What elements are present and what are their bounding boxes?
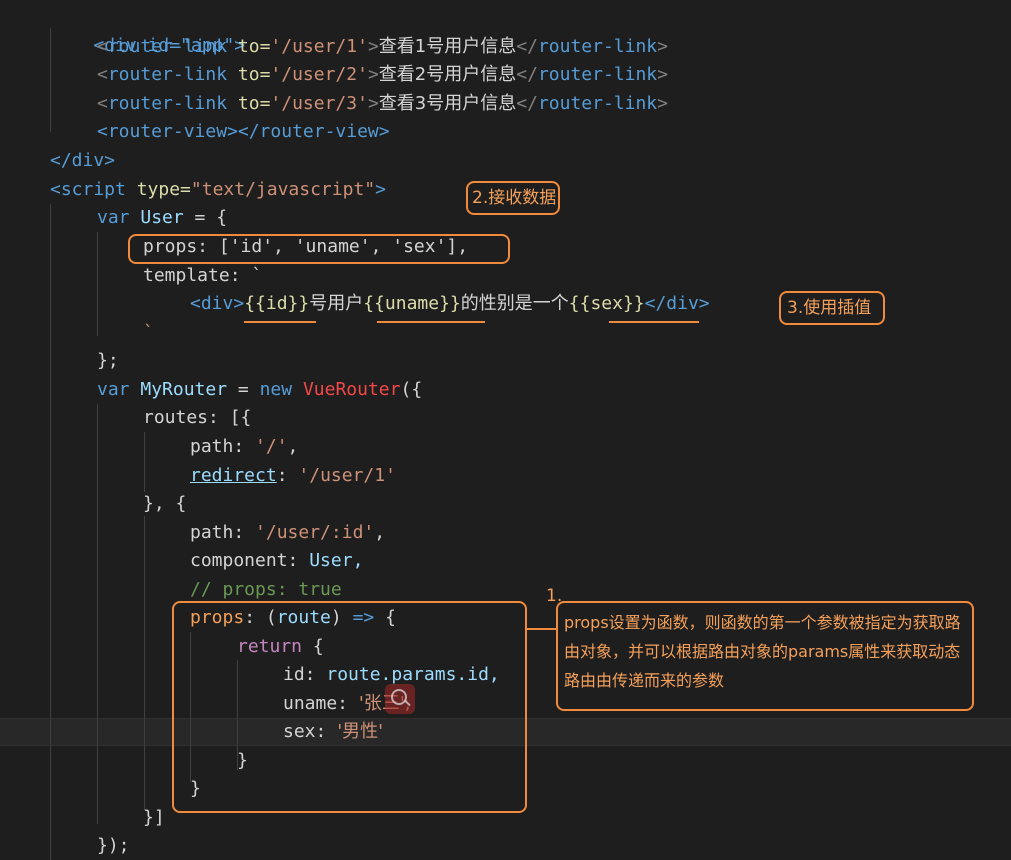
indent-guide [144,516,145,810]
code-line: <router-link to='/user/2'>查看2号用户信息</rout… [97,64,668,85]
code-line: path: '/user/:id', [190,522,386,543]
code-line: component: User, [190,550,364,571]
note-receive-data: 2.接收数据 [466,181,560,215]
note-props-function: props设置为函数，则函数的第一个参数被指定为获取路由对象，并可以根据路由对象… [556,601,974,711]
zoom-icon[interactable] [385,684,415,714]
code-line: </div> [50,150,116,171]
code-line: <router-view></router-view> [97,121,390,142]
interp-underline-sex [609,321,699,323]
code-line: var MyRouter = new VueRouter({ [97,379,423,400]
indent-guide [50,204,51,860]
code-line: var User = { [97,207,228,228]
code-line: }; [97,350,119,371]
code-line: }); [97,835,130,856]
code-line: <router-link to='/user/3'>查看3号用户信息</rout… [97,93,668,114]
code-line: }] [143,807,165,828]
code-line: <div>{{id}}号用户{{uname}}的性别是一个{{sex}}</di… [190,293,710,314]
props-highlight-box [128,234,510,264]
indent-guide [97,232,98,336]
code-line: template: ` [143,265,263,286]
interp-underline-uname [377,321,485,323]
note-use-interpolation: 3.使用插值 [779,291,885,325]
props-function-box [172,601,527,813]
interp-underline-id [244,321,316,323]
code-line: ` [143,322,154,343]
code-line: <router-link to='/user/1'>查看1号用户信息</rout… [97,36,668,57]
code-editor[interactable]: <div id="app"> <router-link to='/user/1'… [0,0,1011,860]
indent-guide [97,404,98,824]
code-line: // props: true [190,579,342,600]
code-line: <div id="app"> [50,4,245,56]
annotation-connector [527,628,557,630]
code-line: path: '/', [190,436,299,457]
code-line: <script type="text/javascript"> [50,179,386,200]
code-line: routes: [{ [143,407,252,428]
code-line: redirect: '/user/1' [190,465,396,486]
indent-guide [144,432,145,492]
code-line: }, { [143,493,187,514]
